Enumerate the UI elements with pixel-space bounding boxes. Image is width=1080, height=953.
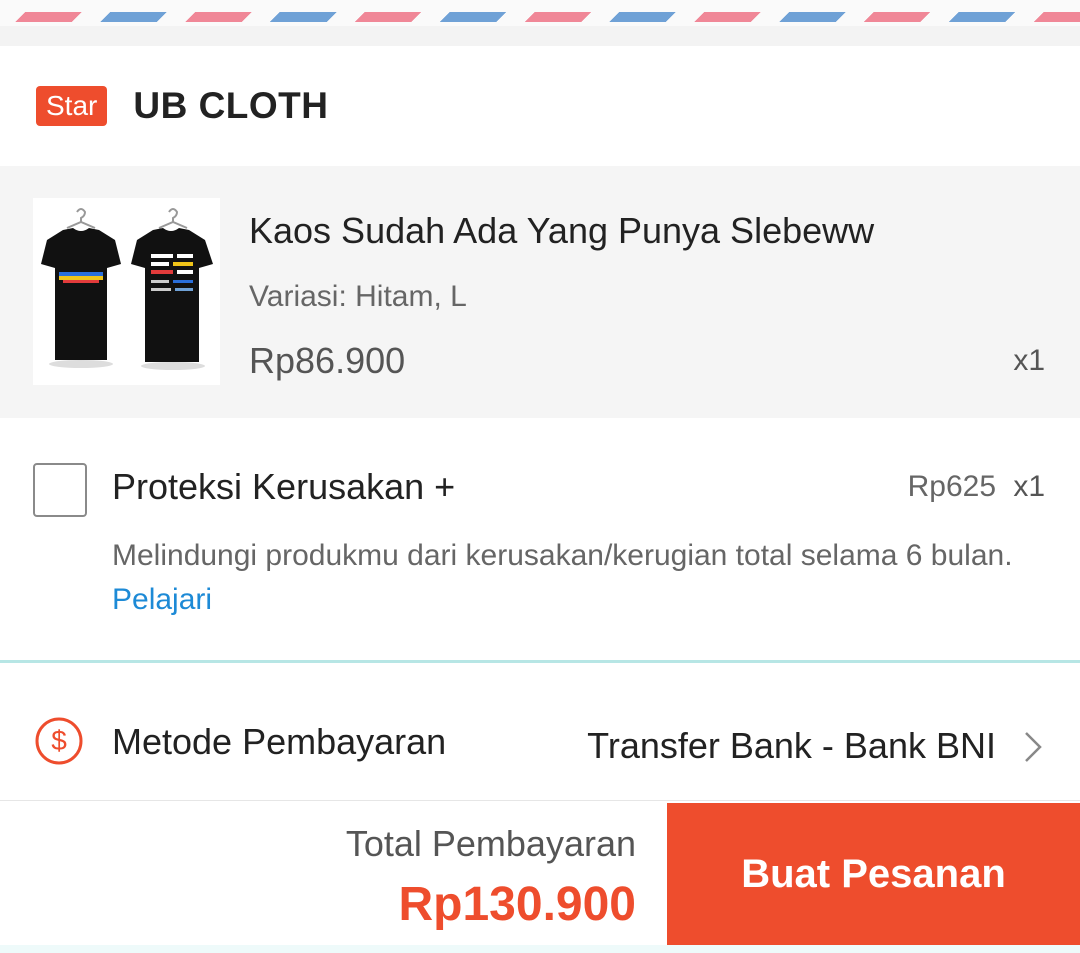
checkout-page: Star UB CLOTH Kaos Sudah Ada Yang Punya … (0, 0, 1080, 953)
protection-quantity: x1 (1013, 470, 1045, 503)
protection-checkbox[interactable] (33, 463, 87, 517)
total-payment-value: Rp130.900 (398, 878, 637, 931)
tshirt-icon (33, 198, 220, 385)
shop-name[interactable]: UB CLOTH (133, 85, 328, 127)
chevron-right-icon[interactable] (1022, 729, 1044, 765)
svg-text:$: $ (51, 725, 67, 756)
airmail-stripe-band (0, 12, 1080, 22)
total-payment-label: Total Pembayaran (345, 823, 636, 864)
product-item[interactable]: Kaos Sudah Ada Yang Punya Slebeww Varias… (0, 166, 1080, 418)
dollar-icon: $ (35, 717, 83, 765)
airmail-stripe (0, 0, 1080, 26)
product-price: Rp86.900 (249, 340, 406, 381)
shop-header[interactable]: Star UB CLOTH (0, 46, 1080, 166)
bottom-edge (0, 945, 1080, 953)
product-title: Kaos Sudah Ada Yang Punya Slebeww (249, 210, 875, 251)
checkout-bottom-bar: Total Pembayaran Rp130.900 Buat Pesanan (0, 800, 1080, 946)
product-quantity: x1 (1013, 344, 1045, 377)
protection-title: Proteksi Kerusakan + (112, 466, 456, 507)
payment-method-value: Transfer Bank - Bank BNI (587, 725, 996, 766)
protection-description: Melindungi produkmu dari kerusakan/kerug… (112, 534, 1042, 622)
payment-method-row[interactable]: $ Metode Pembayaran Transfer Bank - Bank… (0, 663, 1080, 800)
protection-description-text: Melindungi produkmu dari kerusakan/kerug… (112, 539, 1013, 572)
payment-method-label: Metode Pembayaran (112, 721, 447, 762)
place-order-button[interactable]: Buat Pesanan (667, 803, 1080, 946)
product-image (33, 198, 220, 385)
product-variant: Variasi: Hitam, L (249, 280, 467, 313)
section-gap (0, 26, 1080, 46)
damage-protection-section: Proteksi Kerusakan + Rp625 x1 Melindungi… (0, 418, 1080, 660)
protection-price: Rp625 (907, 470, 996, 503)
star-badge: Star (36, 86, 108, 126)
learn-more-link[interactable]: Pelajari (112, 583, 212, 616)
